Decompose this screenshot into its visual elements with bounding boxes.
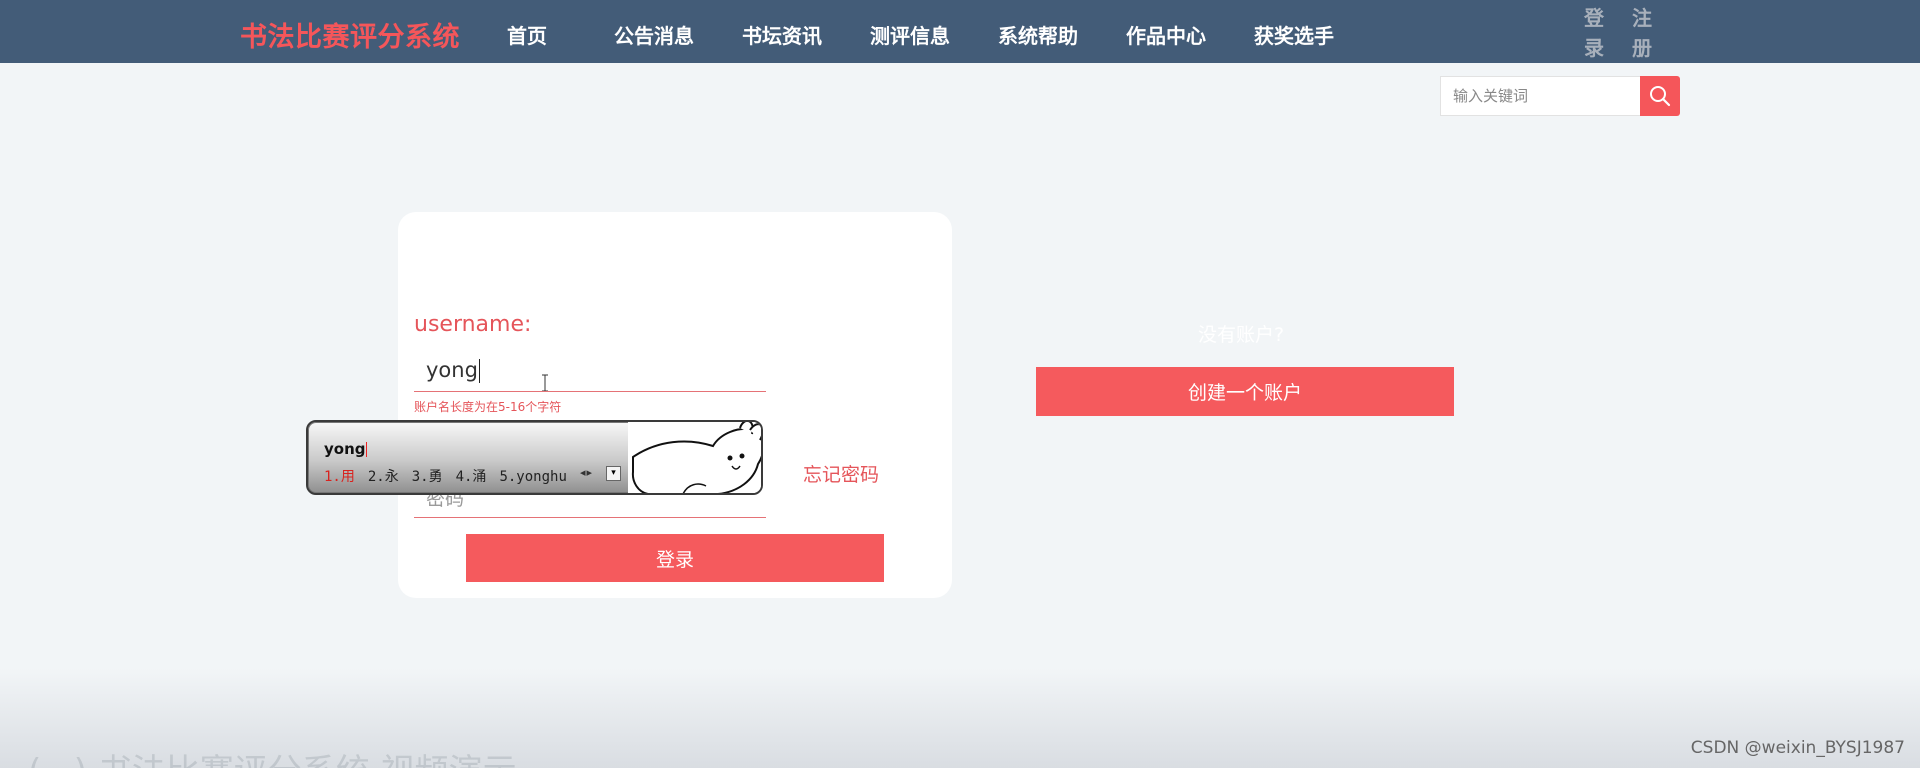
ibeam-cursor-icon bbox=[542, 374, 548, 392]
ime-candidate[interactable]: 1.用 bbox=[324, 469, 355, 485]
nav-item-announcements[interactable]: 公告消息 bbox=[614, 20, 694, 49]
csdn-watermark: CSDN @weixin_BYSJ1987 bbox=[1690, 738, 1905, 758]
text-caret bbox=[478, 359, 480, 383]
search-icon bbox=[1650, 86, 1671, 107]
ime-page-arrows-icon[interactable]: ◂▸ bbox=[580, 466, 593, 479]
search-button[interactable] bbox=[1640, 76, 1680, 116]
ime-composition: yong bbox=[324, 440, 367, 458]
ime-caret bbox=[365, 442, 367, 457]
ime-candidate[interactable]: 4.涌 bbox=[456, 469, 487, 485]
ime-candidate-window: yong 1.用 2.永 3.勇 4.涌 5.yonghu ◂▸ ▾ bbox=[306, 420, 763, 495]
ime-candidate[interactable]: 5.yonghu bbox=[499, 469, 566, 485]
password-underline bbox=[414, 517, 766, 518]
nav-item-winners[interactable]: 获奖选手 bbox=[1254, 20, 1334, 49]
username-underline bbox=[414, 391, 766, 392]
username-input[interactable]: yong bbox=[426, 358, 480, 383]
nav-item-home[interactable]: 首页 bbox=[507, 20, 547, 49]
ime-candidate[interactable]: 3.勇 bbox=[412, 469, 443, 485]
ime-candidate-list: 1.用 2.永 3.勇 4.涌 5.yonghu bbox=[324, 466, 580, 486]
mascot-rabbit-icon bbox=[628, 422, 761, 493]
ime-composition-text: yong bbox=[324, 440, 366, 458]
top-navbar: 书法比赛评分系统 首页 公告消息 书坛资讯 测评信息 系统帮助 作品中心 获奖选… bbox=[0, 0, 1920, 63]
login-link-char-1[interactable]: 登 bbox=[1582, 3, 1606, 33]
login-button[interactable]: 登录 bbox=[466, 534, 884, 582]
nav-item-news[interactable]: 书坛资讯 bbox=[742, 20, 822, 49]
username-value: yong bbox=[426, 358, 478, 382]
video-title-overlay: (...) 书法比赛评分系统 视频演示 bbox=[28, 744, 517, 768]
site-logo-title[interactable]: 书法比赛评分系统 bbox=[240, 15, 460, 54]
register-link-char-2[interactable]: 册 bbox=[1630, 33, 1654, 63]
forgot-password-link[interactable]: 忘记密码 bbox=[803, 460, 879, 487]
register-link-char-1[interactable]: 注 bbox=[1630, 3, 1654, 33]
search-input[interactable] bbox=[1440, 76, 1640, 116]
login-link-char-2[interactable]: 录 bbox=[1582, 33, 1606, 63]
ime-candidate[interactable]: 2.永 bbox=[368, 469, 399, 485]
ime-expand-icon[interactable]: ▾ bbox=[606, 466, 621, 481]
nav-item-evaluations[interactable]: 测评信息 bbox=[870, 20, 950, 49]
no-account-prompt: 没有账户? bbox=[1198, 324, 1285, 346]
create-account-button[interactable]: 创建一个账户 bbox=[1036, 367, 1454, 416]
nav-item-works[interactable]: 作品中心 bbox=[1126, 20, 1206, 49]
username-label: username: bbox=[414, 312, 532, 337]
nav-item-help[interactable]: 系统帮助 bbox=[998, 20, 1078, 49]
username-hint: 账户名长度为在5-16个字符 bbox=[414, 400, 562, 414]
